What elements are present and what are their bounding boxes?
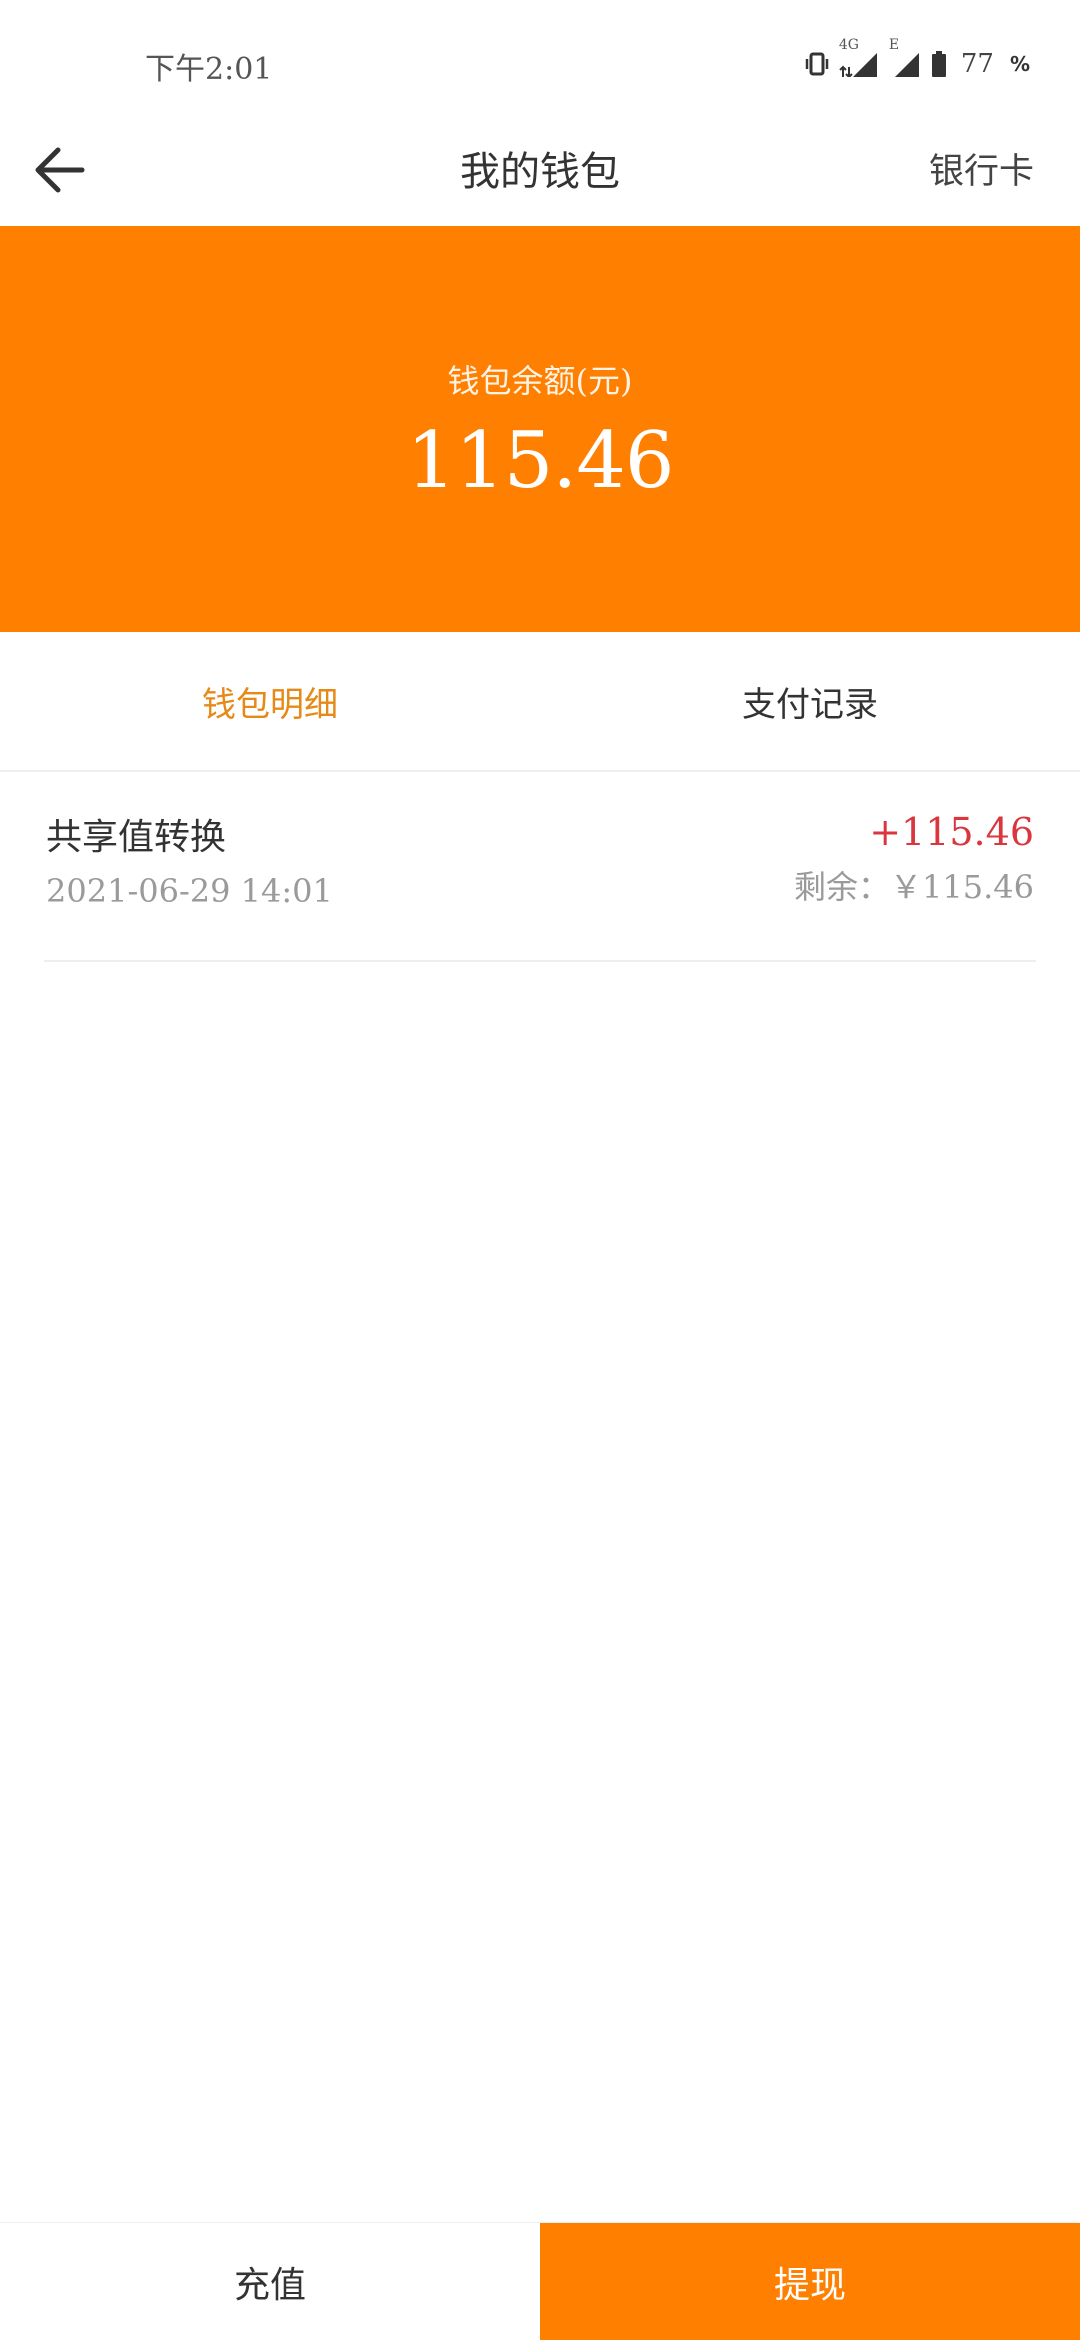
tab-payment-records[interactable]: 支付记录 — [540, 632, 1080, 770]
bottom-action-bar: 充值 提现 — [0, 2222, 1080, 2340]
battery-unit: % — [1009, 52, 1030, 76]
network-type-4g: 4G — [838, 37, 859, 53]
transaction-amount: +115.46 — [869, 810, 1034, 854]
battery-level: 77 — [960, 49, 994, 79]
network-type-e: E — [888, 37, 900, 53]
balance-banner: 钱包余额(元) 115.46 — [0, 226, 1080, 632]
page-title: 我的钱包 — [460, 149, 620, 195]
tab-bar: 钱包明细 支付记录 — [0, 632, 1080, 772]
status-icons: 4G E 77 % — [805, 37, 1030, 84]
transaction-remaining: 剩余：￥115.46 — [794, 868, 1034, 906]
transaction-title: 共享值转换 — [46, 817, 227, 858]
signal-4g-icon: 4G — [839, 37, 879, 77]
nav-bar: 我的钱包 银行卡 — [0, 120, 1080, 226]
signal-e-icon: E — [889, 37, 921, 77]
withdraw-button[interactable]: 提现 — [540, 2223, 1080, 2340]
balance-label: 钱包余额(元) — [447, 362, 633, 400]
battery-icon — [931, 51, 947, 77]
bank-card-link[interactable]: 银行卡 — [929, 134, 1034, 210]
balance-amount: 115.46 — [406, 416, 675, 506]
transaction-date: 2021-06-29 14:01 — [46, 872, 333, 910]
transaction-list: 共享值转换 2021-06-29 14:01 +115.46 剩余：￥115.4… — [0, 772, 1080, 962]
status-time: 下午2:01 — [145, 52, 273, 87]
vibrate-icon — [805, 51, 829, 77]
status-bar: 下午2:01 4G E 77 % — [0, 0, 1080, 120]
recharge-button[interactable]: 充值 — [0, 2223, 540, 2340]
tab-wallet-details[interactable]: 钱包明细 — [0, 632, 540, 770]
list-item[interactable]: 共享值转换 2021-06-29 14:01 +115.46 剩余：￥115.4… — [44, 772, 1036, 962]
